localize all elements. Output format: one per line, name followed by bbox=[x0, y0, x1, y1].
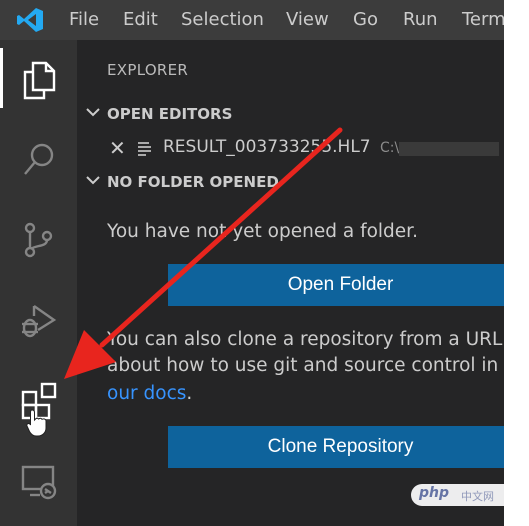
menu-selection[interactable]: Selection bbox=[181, 9, 264, 30]
menu-view[interactable]: View bbox=[286, 9, 329, 30]
explorer-title: EXPLORER bbox=[107, 61, 189, 79]
menu-go[interactable]: Go bbox=[353, 9, 378, 30]
open-folder-label: Open Folder bbox=[287, 274, 394, 295]
vscode-window: File Edit Selection View Go Run Term EXP… bbox=[0, 0, 504, 526]
php-watermark: php 中文网 bbox=[411, 484, 516, 506]
activity-source-control[interactable] bbox=[0, 208, 77, 268]
run-debug-icon bbox=[22, 305, 57, 338]
menu-edit[interactable]: Edit bbox=[123, 9, 158, 30]
files-icon bbox=[23, 61, 56, 100]
no-folder-header[interactable]: NO FOLDER OPENED bbox=[77, 168, 504, 196]
redacted-path bbox=[399, 142, 499, 156]
vscode-logo-icon bbox=[17, 8, 43, 32]
clone-info-line-2: about how to use git and source control … bbox=[107, 355, 504, 376]
open-editor-item[interactable]: ✕ RESULT_003733255.HL7 C:\ bbox=[77, 134, 504, 162]
close-icon[interactable]: ✕ bbox=[109, 136, 126, 160]
clone-info-line-3: our docs. bbox=[107, 381, 192, 407]
open-editor-path: C:\ bbox=[380, 140, 400, 156]
remote-explorer-icon bbox=[21, 465, 57, 500]
activity-extensions[interactable] bbox=[0, 370, 77, 437]
explorer-sidebar: EXPLORER OPEN EDITORS ✕ RESULT_003733255… bbox=[77, 40, 504, 526]
docs-suffix: . bbox=[186, 383, 193, 404]
hand-cursor-icon bbox=[26, 409, 47, 437]
search-icon bbox=[24, 143, 54, 175]
activity-search[interactable] bbox=[0, 128, 77, 188]
open-editor-filename: RESULT_003733255.HL7 bbox=[163, 137, 371, 157]
file-lines-icon bbox=[138, 142, 151, 156]
chevron-down-icon bbox=[86, 176, 100, 185]
menu-terminal[interactable]: Term bbox=[462, 9, 504, 30]
watermark-subtext: 中文网 bbox=[461, 490, 494, 503]
menu-file[interactable]: File bbox=[69, 9, 99, 30]
menu-bar: File Edit Selection View Go Run Term bbox=[0, 0, 504, 40]
clone-repository-label: Clone Repository bbox=[267, 436, 414, 457]
activity-remote-explorer[interactable] bbox=[0, 450, 77, 510]
watermark-text: php bbox=[419, 485, 450, 501]
activity-bar bbox=[0, 40, 77, 526]
menu-run[interactable]: Run bbox=[403, 9, 438, 30]
open-editors-label: OPEN EDITORS bbox=[107, 105, 233, 123]
clone-info-line-1: You can also clone a repository from a U… bbox=[107, 329, 504, 350]
clone-repository-button[interactable]: Clone Repository bbox=[168, 426, 504, 468]
no-folder-label: NO FOLDER OPENED bbox=[107, 173, 279, 191]
open-editors-header[interactable]: OPEN EDITORS bbox=[77, 100, 504, 128]
source-control-icon bbox=[24, 222, 53, 258]
no-folder-message: You have not yet opened a folder. bbox=[107, 221, 418, 242]
activity-explorer[interactable] bbox=[0, 48, 77, 108]
open-folder-button[interactable]: Open Folder bbox=[168, 264, 504, 306]
chevron-down-icon bbox=[86, 108, 100, 117]
docs-link[interactable]: our docs bbox=[107, 383, 186, 404]
activity-run-debug[interactable] bbox=[0, 288, 77, 348]
